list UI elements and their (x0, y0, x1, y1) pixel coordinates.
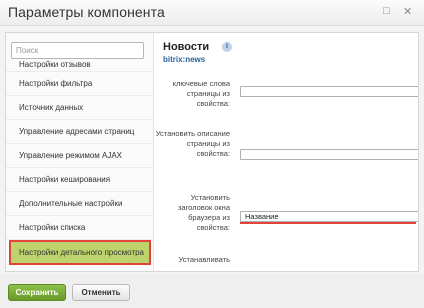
field-label-keywords: ключевые слова страницы из свойства: (172, 79, 230, 108)
browser-title-property-field[interactable]: Название (240, 211, 418, 222)
dialog-titlebar[interactable]: Параметры компонента □ ✕ (0, 0, 424, 26)
close-icon[interactable]: ✕ (403, 6, 412, 18)
dialog-body: Настройки отзывов Настройки фильтра Исто… (5, 32, 419, 272)
sidebar-item-reviews[interactable]: Настройки отзывов (6, 59, 153, 72)
sidebar-item-label: Настройки фильтра (19, 79, 93, 88)
sidebar-item-label: Настройки детального просмотра (19, 247, 145, 257)
save-button[interactable]: Сохранить (8, 284, 66, 301)
sidebar-item-label: Источник данных (19, 103, 84, 112)
sidebar-item-caching[interactable]: Настройки кеширования (6, 168, 153, 192)
sidebar-item-label: Управление адресами страниц (19, 127, 135, 136)
sidebar-item-list-settings[interactable]: Настройки списка (6, 216, 153, 240)
sidebar-item-additional[interactable]: Дополнительные настройки (6, 192, 153, 216)
field-label-set: Устанавливать (178, 255, 230, 264)
settings-content: Новости i bitrix:news ключевые слова стр… (155, 33, 418, 271)
component-title: Новости (163, 41, 210, 53)
sidebar-item-ajax[interactable]: Управление режимом AJAX (6, 144, 153, 168)
highlight-underline (240, 222, 416, 224)
sidebar-item-label: Настройки отзывов (19, 60, 91, 69)
maximize-icon[interactable]: □ (383, 5, 390, 17)
dialog-title: Параметры компонента (8, 4, 165, 20)
sidebar-item-detail-view[interactable]: Настройки детального просмотра (9, 240, 151, 265)
sidebar-item-label: Настройки кеширования (19, 175, 111, 184)
field-label-browser-title: Установить заголовок окна браузера из св… (177, 193, 230, 232)
dialog-footer: Сохранить Отменить (0, 274, 424, 308)
component-code: bitrix:news (163, 55, 206, 64)
sidebar-item-label: Управление режимом AJAX (19, 151, 123, 160)
sidebar-item-url-management[interactable]: Управление адресами страниц (6, 120, 153, 144)
info-icon[interactable]: i (222, 42, 232, 52)
description-property-field[interactable] (240, 149, 418, 160)
sidebar-item-label: Дополнительные настройки (19, 199, 123, 208)
field-label-description: Установить описание страницы из свойства… (155, 129, 230, 158)
cancel-button[interactable]: Отменить (72, 284, 130, 301)
component-settings-dialog: Параметры компонента □ ✕ Настройки отзыв… (0, 0, 424, 308)
sidebar-item-data-source[interactable]: Источник данных (6, 96, 153, 120)
settings-sidebar: Настройки отзывов Настройки фильтра Исто… (6, 33, 154, 271)
sidebar-item-filter[interactable]: Настройки фильтра (6, 72, 153, 96)
sidebar-item-label: Настройки списка (19, 223, 86, 232)
search-input[interactable] (11, 42, 144, 59)
keywords-property-field[interactable] (240, 86, 418, 97)
